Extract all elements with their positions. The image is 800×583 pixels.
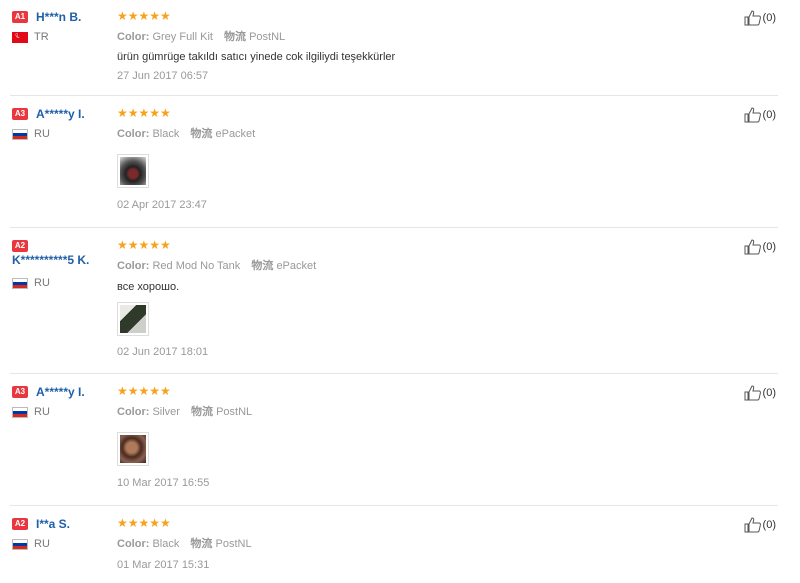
color-value: Black [152, 538, 180, 550]
level-badge: A3 [12, 386, 28, 398]
color-value: Silver [152, 406, 180, 418]
country-code: RU [34, 128, 50, 140]
color-label: Color: [117, 406, 150, 418]
reviewer-info: A1 H***n B. TR [12, 10, 107, 43]
shipping-value: PostNL [216, 406, 253, 418]
review-photo-thumbnail[interactable] [117, 154, 149, 188]
thumbs-up-icon [744, 10, 761, 26]
russia-flag-icon [12, 538, 28, 550]
shipping-value: PostNL [215, 538, 252, 550]
review-photo [120, 157, 146, 185]
review-date: 27 Jun 2017 06:57 [117, 70, 209, 82]
shipping-value: ePacket [276, 260, 317, 272]
thumbs-up-icon [744, 517, 761, 533]
review-text: ürün gümrüge takıldı satıcı yinede cok i… [117, 51, 396, 63]
review-item: A2 K**********5 K. RU ★★★★★ Color: Red M… [0, 239, 800, 374]
helpful-button[interactable]: (0) [744, 107, 776, 123]
helpful-button[interactable]: (0) [744, 10, 776, 26]
reviewer-name[interactable]: A*****y I. [36, 107, 85, 121]
reviewer-country: RU [12, 128, 107, 140]
shipping-label: 物流 [190, 538, 213, 550]
country-code: RU [34, 538, 50, 550]
russia-flag-icon [12, 406, 28, 418]
color-label: Color: [117, 260, 150, 272]
shipping-label: 物流 [224, 31, 247, 43]
reviewer-country: TR [12, 31, 107, 43]
helpful-count: (0) [762, 241, 776, 253]
shipping-value: ePacket [215, 128, 256, 140]
reviewer-country: RU [12, 277, 107, 289]
reviewer-info: A3 A*****y I. RU [12, 385, 107, 418]
helpful-count: (0) [762, 12, 776, 24]
rating-stars: ★★★★★ [117, 238, 171, 252]
rating-stars: ★★★★★ [117, 106, 171, 120]
reviewer-info: A3 A*****y I. RU [12, 107, 107, 140]
review-item: A3 A*****y I. RU ★★★★★ Color: Black 物流 e… [0, 107, 800, 228]
order-info: Color: Grey Full Kit 物流 PostNL [117, 28, 740, 44]
color-label: Color: [117, 128, 150, 140]
review-item: A3 A*****y I. RU ★★★★★ Color: Silver 物流 … [0, 385, 800, 506]
review-content: ★★★★★ Color: Red Mod No Tank 物流 ePacket … [117, 239, 740, 358]
reviewer-name[interactable]: H***n B. [36, 10, 81, 24]
country-code: RU [34, 406, 50, 418]
review-photo [120, 305, 146, 333]
country-code: RU [34, 277, 50, 289]
russia-flag-icon [12, 128, 28, 140]
order-info: Color: Silver 物流 PostNL [117, 403, 740, 419]
color-value: Grey Full Kit [152, 31, 213, 43]
review-photo-thumbnail[interactable] [117, 432, 149, 466]
helpful-count: (0) [762, 519, 776, 531]
level-badge: A2 [12, 518, 28, 530]
shipping-value: PostNL [249, 31, 286, 43]
color-label: Color: [117, 31, 150, 43]
review-content: ★★★★★ Color: Silver 物流 PostNL 10 Mar 201… [117, 385, 740, 489]
thumbs-up-icon [744, 385, 761, 401]
color-value: Red Mod No Tank [152, 260, 241, 272]
review-photo [120, 435, 146, 463]
reviewer-info: A2 K**********5 K. RU [12, 239, 107, 289]
review-date: 01 Mar 2017 15:31 [117, 559, 210, 571]
turkey-flag-icon [12, 31, 28, 43]
reviewer-name[interactable]: I**a S. [36, 517, 70, 531]
thumbs-up-icon [744, 107, 761, 123]
reviews-list: A1 H***n B. TR ★★★★★ Color: Grey Full Ki… [0, 0, 800, 583]
country-code: TR [34, 31, 49, 43]
rating-stars: ★★★★★ [117, 516, 171, 530]
level-badge: A1 [12, 11, 28, 23]
color-label: Color: [117, 538, 150, 550]
helpful-count: (0) [762, 109, 776, 121]
helpful-count: (0) [762, 387, 776, 399]
reviewer-country: RU [12, 538, 107, 550]
review-content: ★★★★★ Color: Black 物流 PostNL 01 Mar 2017… [117, 517, 740, 571]
level-badge: A2 [12, 240, 28, 252]
review-item: A2 I**a S. RU ★★★★★ Color: Black 物流 Post… [0, 517, 800, 583]
rating-stars: ★★★★★ [117, 384, 171, 398]
review-content: ★★★★★ Color: Grey Full Kit 物流 PostNL ürü… [117, 10, 740, 82]
review-text: все хорошо. [117, 281, 180, 293]
thumbs-up-icon [744, 239, 761, 255]
review-photo-thumbnail[interactable] [117, 302, 149, 336]
review-date: 02 Apr 2017 23:47 [117, 199, 207, 211]
review-date: 02 Jun 2017 18:01 [117, 346, 209, 358]
russia-flag-icon [12, 277, 28, 289]
rating-stars: ★★★★★ [117, 9, 171, 23]
level-badge: A3 [12, 108, 28, 120]
reviewer-country: RU [12, 406, 107, 418]
color-value: Black [152, 128, 180, 140]
reviewer-name[interactable]: K**********5 K. [12, 253, 107, 267]
reviewer-name[interactable]: A*****y I. [36, 385, 85, 399]
review-content: ★★★★★ Color: Black 物流 ePacket 02 Apr 201… [117, 107, 740, 211]
helpful-button[interactable]: (0) [744, 239, 776, 255]
order-info: Color: Black 物流 PostNL [117, 535, 740, 551]
helpful-button[interactable]: (0) [744, 385, 776, 401]
review-date: 10 Mar 2017 16:55 [117, 477, 210, 489]
review-item: A1 H***n B. TR ★★★★★ Color: Grey Full Ki… [0, 10, 800, 96]
order-info: Color: Red Mod No Tank 物流 ePacket [117, 257, 740, 273]
helpful-button[interactable]: (0) [744, 517, 776, 533]
shipping-label: 物流 [251, 260, 274, 272]
shipping-label: 物流 [190, 128, 213, 140]
reviewer-info: A2 I**a S. RU [12, 517, 107, 550]
order-info: Color: Black 物流 ePacket [117, 125, 740, 141]
shipping-label: 物流 [191, 406, 214, 418]
